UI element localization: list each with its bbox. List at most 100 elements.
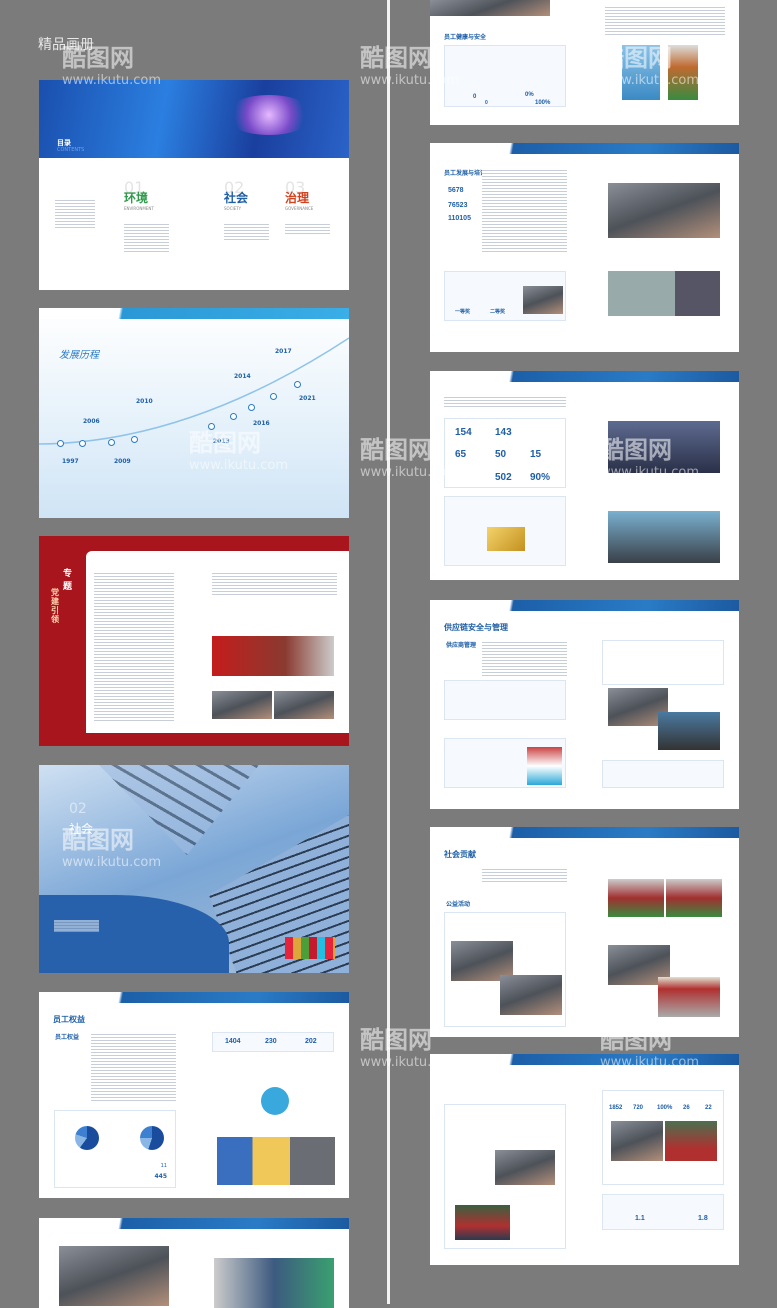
award: 二等奖 [490, 309, 506, 315]
body-text [482, 867, 567, 883]
photo [608, 421, 720, 473]
page-header [430, 600, 739, 611]
chart-card: 11 445 [54, 1110, 176, 1188]
photo [500, 975, 562, 1015]
toc-side-list [55, 198, 95, 228]
body-text [482, 640, 567, 676]
section-name: 社会 [224, 191, 249, 205]
cover-num: 02 [69, 801, 87, 817]
photo [608, 511, 720, 563]
cover-list [54, 920, 99, 932]
photo [611, 1121, 663, 1161]
photo [608, 271, 720, 316]
year-2016: 2016 [253, 420, 270, 427]
section-heading: 公益活动 [446, 901, 471, 908]
building-graphic [99, 765, 259, 855]
body-text [91, 1032, 176, 1102]
photo [212, 691, 272, 719]
section-heading: 员工发展与培训 [444, 170, 487, 177]
training-page: 员工发展与培训 5678 76523 110105 一等奖 二等奖 [430, 143, 739, 352]
party-subtitle: 党建引领 [51, 588, 59, 624]
pie-chart [140, 1126, 164, 1150]
page-title: 供应链安全与管理 [444, 623, 508, 632]
party-text [212, 571, 337, 596]
partial-page [39, 1218, 349, 1308]
case-card [444, 1104, 566, 1249]
pie-chart [75, 1126, 99, 1150]
stat: 0% [525, 92, 534, 98]
photo [430, 0, 550, 16]
page-header [430, 371, 739, 382]
photo [495, 1150, 555, 1185]
stat: 15 [530, 449, 542, 460]
stat: 1404 [225, 1038, 241, 1045]
body-text [444, 395, 566, 409]
employee-rights-page: 员工权益 员工权益 11 445 1404 230 202 [39, 992, 349, 1198]
toc-subtitle: CONTENTS [57, 147, 85, 153]
stat: 143 [495, 427, 512, 438]
toc-section-governance[interactable]: 03 治理 GOVERNANCE [285, 178, 313, 211]
page-header [430, 143, 739, 154]
photo [622, 45, 660, 100]
timeline-dot [248, 404, 255, 411]
rural-page: 1852 720 100% 26 22 1.1 1.8 [430, 1054, 739, 1265]
year-2010: 2010 [136, 398, 153, 405]
photo [274, 691, 334, 719]
stat: 76523 [448, 202, 468, 209]
timeline-dot [79, 440, 86, 447]
page-title: 员工权益 [53, 1015, 85, 1024]
health-safety-page: 员工健康与安全 0 0 0% 100% [430, 0, 739, 125]
photo-strip [217, 1137, 335, 1185]
case-card [444, 912, 566, 1027]
section-en: SOCIETY [224, 206, 242, 211]
timeline-dot [57, 440, 64, 447]
stat: 154 [455, 427, 472, 438]
page-header [430, 1054, 739, 1065]
timeline-dot [230, 413, 237, 420]
page-header [39, 1218, 349, 1229]
page-title: 社会贡献 [444, 850, 476, 859]
stat: 0 [485, 100, 488, 106]
stat: 50 [495, 449, 507, 460]
year-2017: 2017 [275, 348, 292, 355]
photo [523, 286, 563, 314]
supply-chain-page: 供应链安全与管理 供应商管理 [430, 600, 739, 809]
photo [527, 747, 562, 785]
stat: 26 [683, 1105, 690, 1111]
toc-section-society[interactable]: 02 社会 SOCIETY [224, 178, 248, 211]
body-text [482, 168, 567, 253]
stat: 1852 [609, 1105, 623, 1111]
social-contribution-page: 社会贡献 公益活动 [430, 827, 739, 1037]
award: 一等奖 [455, 309, 471, 315]
body-text [605, 5, 725, 35]
summary-card: 1.1 1.8 [602, 1194, 724, 1230]
photo [666, 879, 722, 917]
page-header [430, 827, 739, 838]
year-2009: 2009 [114, 458, 131, 465]
year-2006: 2006 [83, 418, 100, 425]
stat: 230 [265, 1038, 277, 1045]
party-title: 专题 [63, 569, 73, 592]
photo [608, 879, 664, 917]
plaque-card [444, 496, 566, 566]
sdg-icons [285, 937, 335, 959]
toc-list [285, 222, 330, 236]
bar-value: 11 [160, 1163, 167, 1169]
toc-section-environment[interactable]: 01 环境 ENVIRONMENT [124, 178, 154, 211]
engine-graphic [224, 95, 314, 135]
section-en: GOVERNANCE [285, 206, 314, 211]
info-card [602, 760, 724, 788]
stat: 5678 [448, 187, 464, 194]
section-heading: 员工健康与安全 [444, 34, 487, 41]
stats-strip: 1404 230 202 [212, 1032, 334, 1052]
section-heading: 员工权益 [55, 1034, 80, 1041]
stat: 502 [495, 472, 512, 483]
stat: 100% [657, 1105, 673, 1111]
timeline-dot [270, 393, 277, 400]
stat: 1.1 [635, 1215, 645, 1222]
cover-title: 社会 [69, 822, 94, 836]
health-card: 0 0 0% 100% [444, 45, 566, 107]
section-en: ENVIRONMENT [124, 206, 154, 211]
case-card [444, 738, 566, 788]
year-2014: 2014 [234, 373, 251, 380]
